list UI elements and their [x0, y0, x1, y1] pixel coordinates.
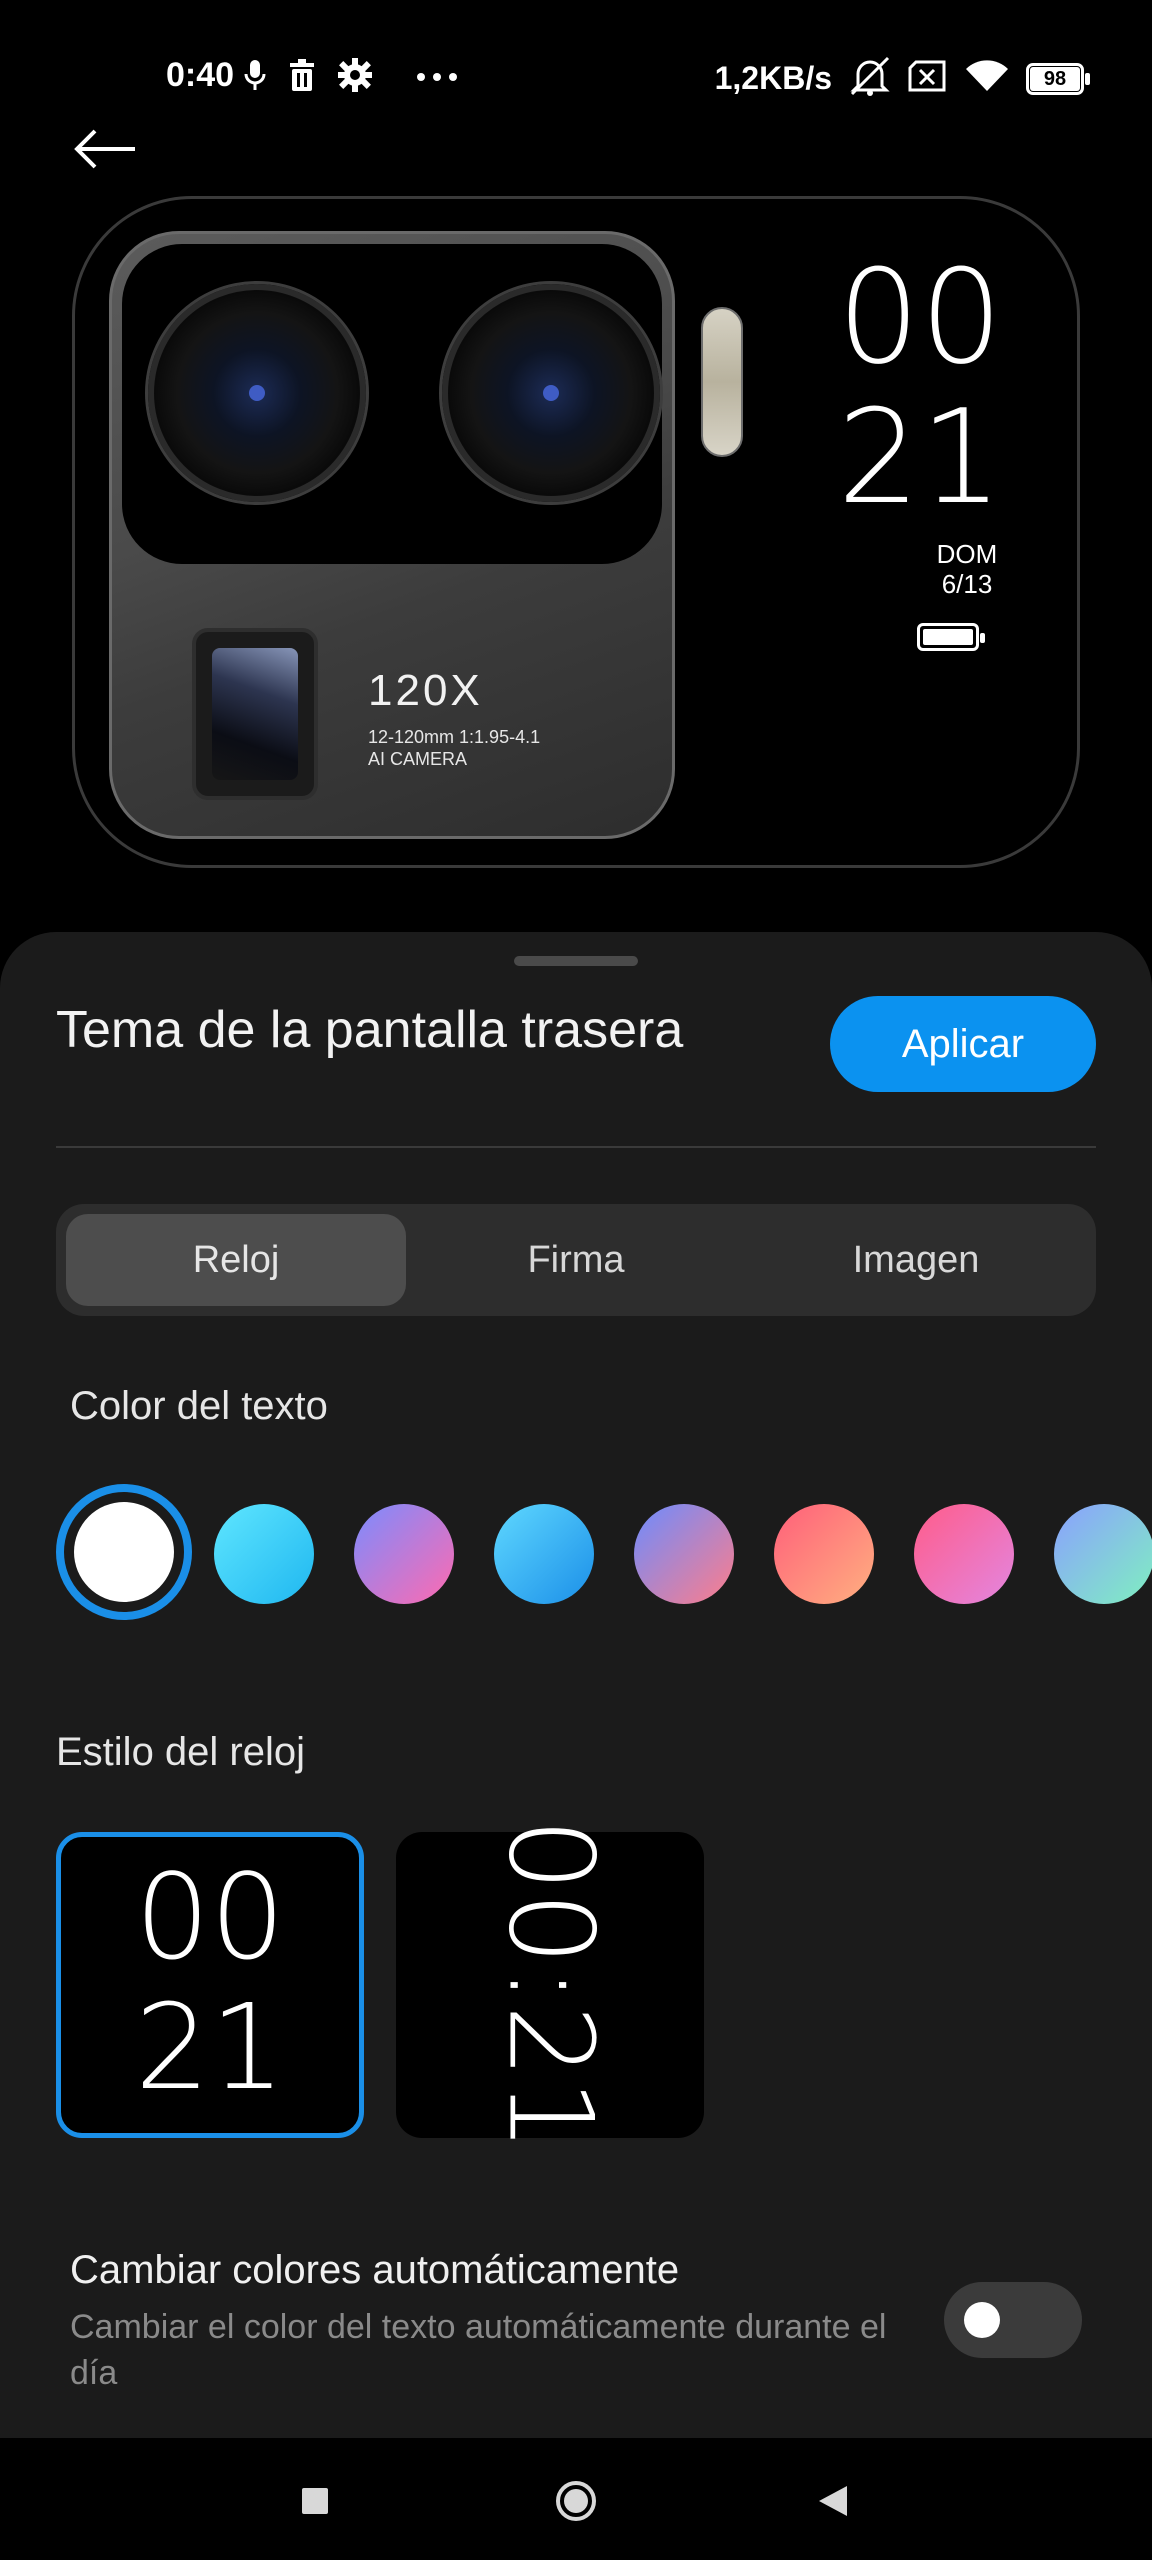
color-swatch[interactable] — [774, 1504, 874, 1604]
tab-reloj[interactable]: Reloj — [66, 1214, 406, 1306]
sim-off-icon — [908, 60, 948, 97]
clock-style-stacked[interactable]: 00 21 — [56, 1832, 364, 2138]
clock-style-options: 00 21 00:21 — [56, 1818, 756, 2152]
color-swatch[interactable] — [1054, 1504, 1152, 1604]
apply-button[interactable]: Aplicar — [830, 996, 1096, 1092]
camera-module: 120X 12-120mm 1:1.95-4.1 AI CAMERA — [109, 231, 675, 839]
color-swatch[interactable] — [354, 1504, 454, 1604]
wifi-icon — [964, 59, 1010, 98]
clock-style-rotated-text: 00:21 — [482, 1817, 618, 2153]
circle-home-icon — [556, 2481, 596, 2521]
flash-icon — [701, 307, 743, 457]
color-swatch[interactable] — [914, 1504, 1014, 1604]
divider — [56, 1146, 1096, 1148]
battery-icon: 98 — [1026, 62, 1090, 95]
clock-style-label: Estilo del reloj — [56, 1730, 306, 1774]
camera-spec-line2: AI CAMERA — [368, 749, 468, 769]
gear-icon — [338, 58, 372, 97]
arrow-left-icon — [74, 129, 135, 169]
preview-date: DOM 6/13 — [907, 539, 1027, 599]
sheet-grabber[interactable] — [514, 956, 638, 966]
preview-date-value: 6/13 — [941, 569, 993, 599]
back-nav-button[interactable] — [798, 2466, 868, 2536]
preview-clock-minute: 21 — [837, 381, 1003, 533]
camera-lens-icon — [148, 284, 366, 502]
theme-tabs: Reloj Firma Imagen — [56, 1204, 1096, 1316]
status-time: 0:40 — [166, 56, 235, 94]
camera-top-area — [122, 244, 662, 564]
battery-level: 98 — [1043, 67, 1067, 90]
clock-style-hour: 00 — [134, 1848, 286, 1986]
text-color-label: Color del texto — [70, 1384, 328, 1428]
auto-colors-desc: Cambiar el color del texto automáticamen… — [70, 2308, 887, 2392]
color-swatch[interactable] — [494, 1504, 594, 1604]
status-icons-left — [244, 58, 458, 97]
preview-battery-icon — [917, 623, 985, 651]
status-bar: 0:40 1,2KB/s 98 — [0, 0, 1152, 160]
clock-style-rotated[interactable]: 00:21 — [396, 1818, 704, 2152]
camera-brand: 120X — [368, 666, 483, 715]
auto-colors-title: Cambiar colores automáticamente — [70, 2248, 680, 2292]
preview-clock: 00 21 — [835, 247, 1005, 527]
preview-day: DOM — [936, 539, 998, 569]
trash-icon — [288, 59, 316, 96]
toggle-knob — [964, 2302, 1000, 2338]
periscope-lens-icon — [192, 628, 318, 800]
net-speed: 1,2KB/s — [714, 60, 832, 96]
theme-sheet: Tema de la pantalla trasera Aplicar Relo… — [0, 932, 1152, 2438]
clock-style-minute: 21 — [134, 1978, 286, 2116]
sheet-title: Tema de la pantalla trasera — [56, 1001, 684, 1059]
mic-icon — [244, 58, 266, 97]
auto-colors-toggle[interactable] — [944, 2282, 1082, 2358]
preview-clock-hour: 00 — [837, 241, 1003, 393]
home-button[interactable] — [541, 2466, 611, 2536]
tab-imagen[interactable]: Imagen — [746, 1214, 1086, 1306]
status-icons-right: 1,2KB/s 98 — [715, 56, 1090, 101]
triangle-back-icon — [819, 2486, 847, 2516]
color-swatches — [56, 1484, 1152, 1624]
color-swatch[interactable] — [634, 1504, 734, 1604]
more-dots-icon — [416, 69, 458, 87]
recents-button[interactable] — [280, 2466, 350, 2536]
camera-spec-line1: 12-120mm 1:1.95-4.1 — [368, 727, 541, 747]
color-swatch-white[interactable] — [56, 1484, 192, 1620]
back-button[interactable] — [70, 118, 140, 180]
camera-lens-icon — [442, 284, 660, 502]
tab-firma[interactable]: Firma — [406, 1214, 746, 1306]
square-icon — [302, 2488, 328, 2514]
camera-spec: 12-120mm 1:1.95-4.1 AI CAMERA — [368, 726, 540, 770]
color-swatch[interactable] — [214, 1504, 314, 1604]
rear-display-preview: 120X 12-120mm 1:1.95-4.1 AI CAMERA 00 21… — [72, 196, 1080, 868]
mute-icon — [848, 56, 892, 101]
nav-bar — [0, 2438, 1152, 2560]
